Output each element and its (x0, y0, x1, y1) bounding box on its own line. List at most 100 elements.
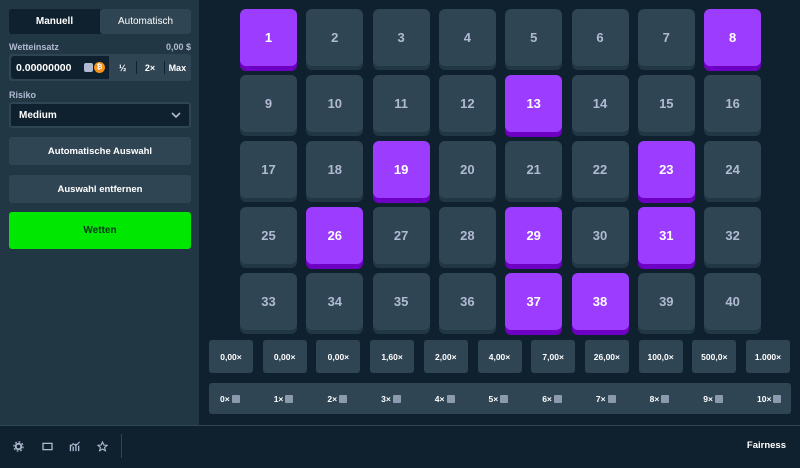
bet-control: 0.00000000 ₿ ½ 2× Max (9, 54, 191, 81)
stats-icon[interactable] (69, 440, 81, 452)
gem-icon (446, 394, 455, 403)
theater-icon[interactable] (41, 440, 53, 452)
tile-selected[interactable]: 37 (505, 273, 563, 330)
tile[interactable]: 25 (240, 207, 297, 264)
settings-icon[interactable] (12, 440, 24, 452)
tile[interactable]: 33 (240, 273, 297, 330)
fairness-link[interactable]: Fairness (747, 440, 786, 451)
tile-selected[interactable]: 38 (571, 273, 629, 330)
tile[interactable]: 28 (438, 207, 496, 264)
tile[interactable]: 35 (372, 273, 430, 330)
hit-count-label: 7× (595, 393, 606, 404)
tile[interactable]: 14 (571, 75, 629, 132)
multiplier-cell: 0,00× (209, 340, 253, 373)
hit-count-label: 2× (327, 393, 338, 404)
tile[interactable]: 40 (704, 273, 762, 330)
gem-icon (661, 394, 670, 403)
chevron-down-icon (171, 112, 181, 119)
risk-label: Risiko (9, 90, 37, 100)
tile-selected[interactable]: 26 (306, 207, 364, 264)
hits-bar: 0× 1× 2× 3× 4× 5× 6× 7× 8× 9× 10× (209, 383, 791, 414)
tile[interactable]: 16 (704, 75, 762, 132)
footer-divider (121, 434, 122, 458)
bet-button[interactable]: Wetten (9, 212, 191, 249)
gem-icon (553, 394, 562, 403)
multiplier-cell: 26,00× (584, 340, 629, 373)
bet-input[interactable]: 0.00000000 ₿ (11, 56, 109, 79)
tile[interactable]: 34 (306, 273, 364, 330)
tile[interactable]: 2 (306, 9, 364, 66)
tile[interactable]: 4 (438, 9, 496, 66)
tab-manual[interactable]: Manuell (9, 9, 100, 34)
tile-selected[interactable]: 31 (637, 207, 695, 264)
risk-select[interactable]: Medium (9, 102, 191, 128)
hit-count-cell: 3× (381, 383, 401, 414)
hit-count-label: 8× (649, 393, 660, 404)
tile[interactable]: 15 (637, 75, 695, 132)
tile[interactable]: 18 (306, 141, 364, 198)
tile[interactable]: 11 (372, 75, 430, 132)
tile[interactable]: 32 (704, 207, 762, 264)
tab-auto[interactable]: Automatisch (100, 9, 191, 34)
tile-selected[interactable]: 8 (704, 9, 762, 66)
bet-value: 0.00000000 (16, 61, 72, 74)
multiplier-cell: 0,00× (262, 340, 307, 373)
double-button[interactable]: 2× (136, 54, 163, 81)
tile-selected[interactable]: 13 (505, 75, 563, 132)
tile-selected[interactable]: 23 (637, 141, 695, 198)
tile[interactable]: 20 (438, 141, 496, 198)
footer (0, 425, 800, 468)
tile[interactable]: 24 (704, 141, 762, 198)
tile[interactable]: 22 (571, 141, 629, 198)
tile[interactable]: 7 (637, 9, 695, 66)
tile[interactable]: 12 (438, 75, 496, 132)
tile[interactable]: 3 (372, 9, 430, 66)
tile[interactable]: 6 (571, 9, 629, 66)
tile-selected[interactable]: 1 (240, 9, 297, 66)
hit-count-cell: 2× (327, 383, 348, 414)
tile[interactable]: 27 (372, 207, 430, 264)
multiplier-cell: 7,00× (531, 340, 576, 373)
hit-count-cell: 0× (220, 383, 240, 414)
tile[interactable]: 5 (505, 9, 563, 66)
bet-label: Wetteinsatz (9, 42, 59, 52)
max-button[interactable]: Max (163, 54, 191, 81)
hit-count-cell: 7× (596, 383, 616, 414)
multiplier-cell: 500,0× (692, 340, 737, 373)
hit-count-cell: 4× (435, 383, 455, 414)
tile[interactable]: 21 (505, 141, 563, 198)
tile[interactable]: 36 (438, 273, 496, 330)
tile[interactable]: 9 (240, 75, 297, 132)
multiplier-cell: 0,00× (316, 340, 361, 373)
hit-count-cell: 9× (703, 383, 723, 414)
currency-toggle-icon[interactable] (84, 63, 93, 72)
bitcoin-icon: ₿ (94, 62, 105, 73)
gem-icon (773, 394, 782, 403)
hit-count-cell: 1× (274, 383, 294, 414)
hit-count-label: 1× (273, 393, 284, 404)
hit-count-cell: 10× (757, 383, 782, 414)
sidebar: Manuell Automatisch Wetteinsatz 0,00 $ 0… (0, 0, 199, 425)
bet-label-row: Wetteinsatz 0,00 $ (9, 42, 191, 52)
gem-icon (715, 394, 723, 403)
tile[interactable]: 39 (637, 273, 695, 330)
gem-icon (500, 394, 509, 403)
hit-count-cell: 5× (489, 383, 509, 414)
clear-selection-button[interactable]: Auswahl entfernen (9, 175, 191, 203)
hit-count-label: 4× (434, 393, 445, 404)
gem-icon (607, 394, 616, 403)
hit-count-label: 10× (757, 393, 772, 404)
multiplier-cell: 4,00× (477, 340, 522, 373)
hit-count-cell: 6× (542, 383, 562, 414)
tile[interactable]: 30 (571, 207, 629, 264)
gem-icon (339, 394, 348, 403)
hit-count-label: 0× (220, 393, 230, 404)
tile-selected[interactable]: 29 (505, 207, 563, 264)
tile[interactable]: 17 (240, 141, 297, 198)
auto-pick-button[interactable]: Automatische Auswahl (9, 137, 191, 165)
star-icon[interactable] (96, 440, 108, 452)
tile[interactable]: 10 (306, 75, 364, 132)
half-button[interactable]: ½ (109, 54, 136, 81)
tile-selected[interactable]: 19 (372, 141, 430, 198)
multiplier-cell: 1.000× (746, 340, 790, 373)
